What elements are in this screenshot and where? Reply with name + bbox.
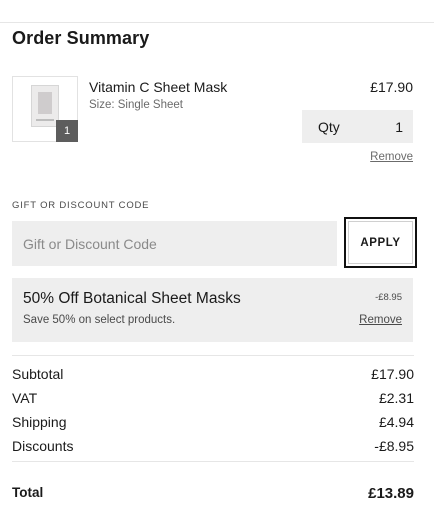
discounts-label: Discounts xyxy=(12,438,74,454)
product-thumbnail: 1 xyxy=(12,76,78,142)
discount-code-input[interactable] xyxy=(12,221,337,266)
remove-promotion-link[interactable]: Remove xyxy=(359,314,402,326)
total-divider xyxy=(12,461,414,462)
page-title: Order Summary xyxy=(12,28,150,48)
apply-button[interactable]: APPLY xyxy=(344,217,417,268)
applied-promotion: 50% Off Botanical Sheet Masks Save 50% o… xyxy=(12,278,413,342)
quantity-badge: 1 xyxy=(56,120,78,142)
quantity-selector[interactable]: Qty 1 xyxy=(302,110,413,143)
total-row: Total £13.89 xyxy=(12,485,414,502)
header-divider xyxy=(0,22,434,23)
discounts-value: -£8.95 xyxy=(374,438,414,454)
discount-code-label: GIFT OR DISCOUNT CODE xyxy=(12,200,150,211)
product-name: Vitamin C Sheet Mask xyxy=(89,79,228,95)
subtotal-label: Subtotal xyxy=(12,366,64,382)
apply-button-label: APPLY xyxy=(348,221,413,264)
shipping-label: Shipping xyxy=(12,414,67,430)
promotion-description: Save 50% on select products. xyxy=(23,314,176,326)
quantity-value: 1 xyxy=(395,118,403,135)
product-size: Size: Single Sheet xyxy=(89,99,183,111)
vat-row: VAT £2.31 xyxy=(12,390,414,406)
sheet-mask-image xyxy=(31,85,59,127)
shipping-row: Shipping £4.94 xyxy=(12,414,414,430)
subtotal-value: £17.90 xyxy=(371,366,414,382)
remove-item-link[interactable]: Remove xyxy=(370,151,413,163)
discounts-row: Discounts -£8.95 xyxy=(12,438,414,454)
subtotal-row: Subtotal £17.90 xyxy=(12,366,414,382)
promotion-title: 50% Off Botanical Sheet Masks xyxy=(23,290,241,307)
totals-divider xyxy=(12,355,414,356)
promotion-amount: -£8.95 xyxy=(375,292,402,303)
shipping-value: £4.94 xyxy=(378,414,414,430)
vat-value: £2.31 xyxy=(378,390,414,406)
total-label: Total xyxy=(12,485,44,500)
product-price: £17.90 xyxy=(370,79,413,95)
vat-label: VAT xyxy=(12,390,38,406)
quantity-label: Qty xyxy=(318,118,340,135)
total-value: £13.89 xyxy=(368,485,414,502)
